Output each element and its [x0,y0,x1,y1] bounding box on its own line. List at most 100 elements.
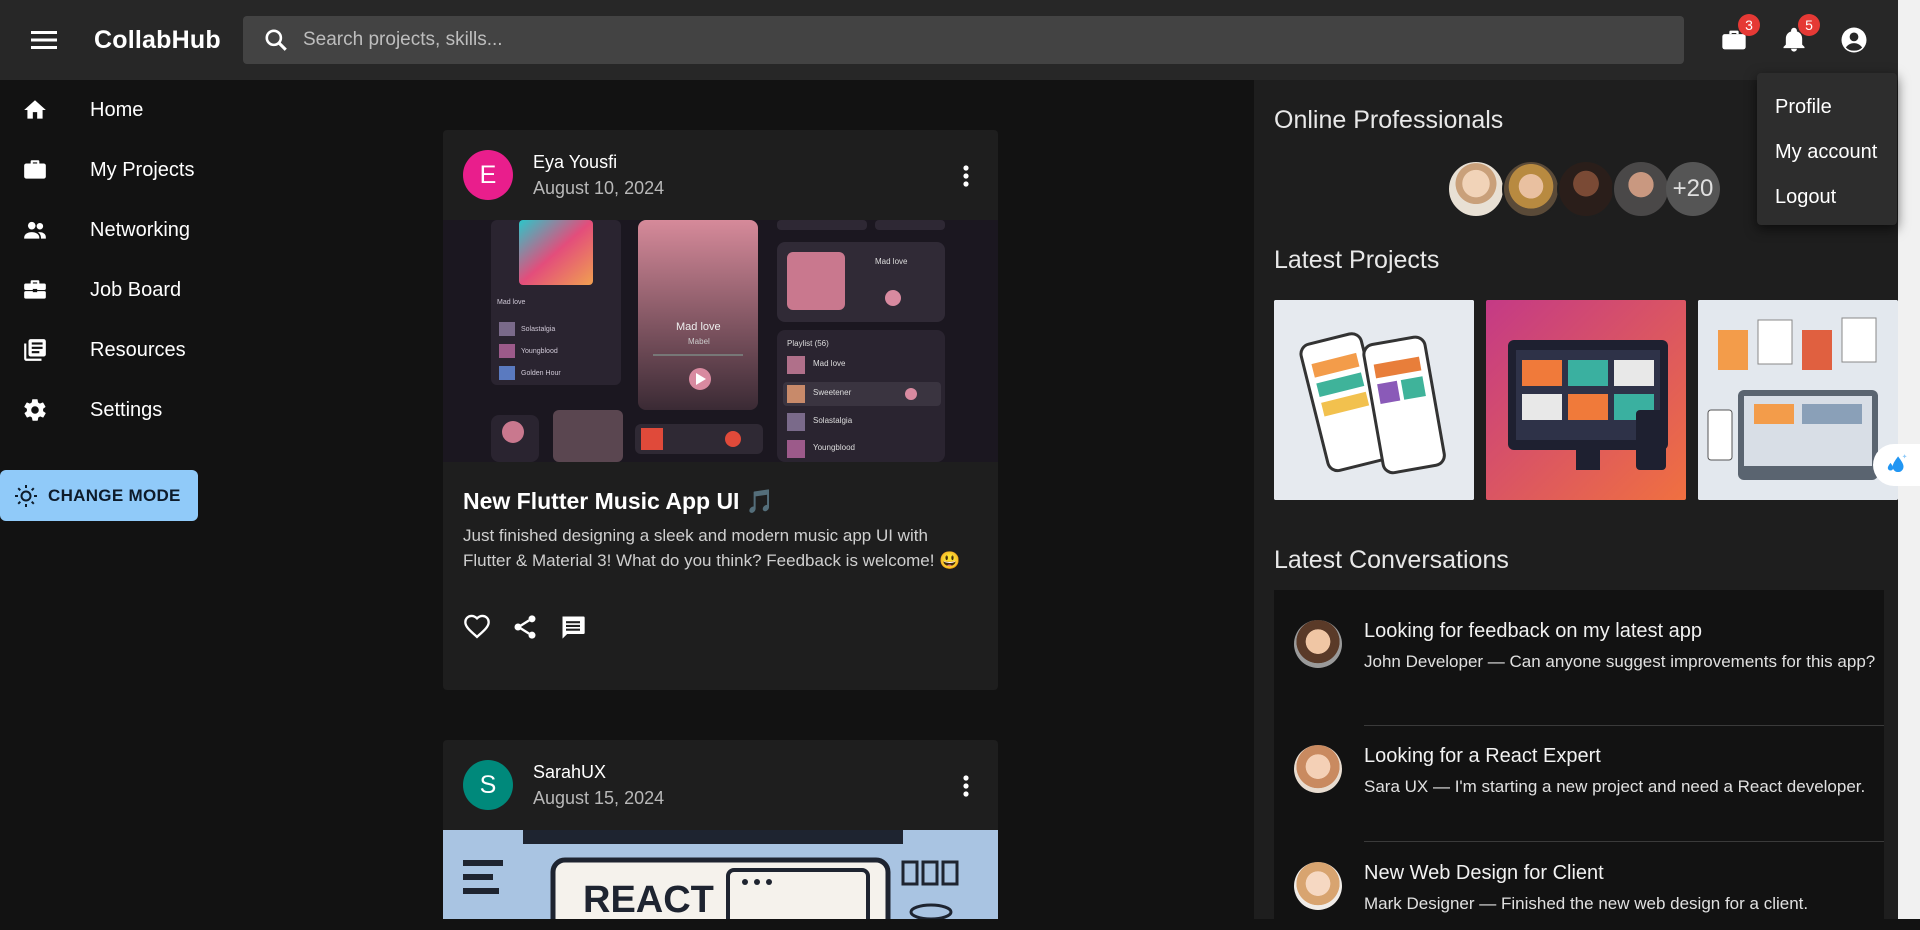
conversation-item[interactable]: New Web Design for Client Mark Designer … [1364,862,1884,916]
sidebar-item-label: Resources [90,338,186,361]
divider [1364,841,1884,842]
menu-item-my-account[interactable]: My account [1757,130,1897,175]
sidebar-item-job-board[interactable]: Job Board [0,260,230,320]
mock-artist: Mabel [688,337,710,346]
latest-projects-list [1274,300,1898,500]
conversation-list: Looking for feedback on my latest app Jo… [1274,590,1884,930]
heart-icon[interactable] [463,613,491,646]
post-header: S SarahUX August 15, 2024 [443,740,998,830]
mock-left-track: Solastalgia [521,326,555,333]
briefcase-icon [0,157,70,183]
project-thumbnail[interactable] [1486,300,1686,500]
droplet-icon [1887,454,1907,473]
online-avatars[interactable]: +20 [1447,160,1720,218]
mock-left-track: Youngblood [521,348,558,355]
briefcase-badge: 3 [1738,14,1760,36]
post-date: August 15, 2024 [533,788,665,808]
account-circle-icon [1841,27,1867,53]
mock-playlist-label: Playlist (56) [787,339,829,348]
avatar[interactable] [1612,160,1670,218]
sidebar-item-label: Job Board [90,278,182,301]
avatar[interactable] [1557,160,1615,218]
sidebar-item-settings[interactable]: Settings [0,380,230,440]
sidebar-item-home[interactable]: Home [0,80,230,140]
change-mode-label: CHANGE MODE [48,485,181,505]
sidebar-item-networking[interactable]: Networking [0,200,230,260]
post-header: E Eya Yousfi August 10, 2024 [443,130,998,220]
post-title: New Flutter Music App UI 🎵 [463,488,775,514]
menu-icon[interactable] [28,26,60,54]
conversation-title: New Web Design for Client [1364,862,1604,884]
latest-conversations-title: Latest Conversations [1274,546,1509,574]
sidebar-item-resources[interactable]: Resources [0,320,230,380]
sun-icon [15,484,37,507]
online-professionals-title: Online Professionals [1274,106,1504,134]
post-image[interactable]: REACT [443,830,998,919]
brand-logo[interactable]: CollabHub [94,26,221,55]
share-icon[interactable] [511,613,539,646]
conversation-subtitle: Mark Designer — Finished the new web des… [1364,894,1809,913]
author-name[interactable]: Eya Yousfi [533,152,617,173]
sidebar-item-label: Settings [90,398,163,421]
author-avatar[interactable]: S [463,760,513,810]
change-mode-button[interactable]: CHANGE MODE [0,470,198,521]
notifications-badge: 5 [1798,14,1820,36]
search-bar[interactable] [243,16,1684,64]
post-card: E Eya Yousfi August 10, 2024 Mad love So… [443,130,998,690]
mock-track: Mad love [813,359,846,368]
sidebar-item-label: My Projects [90,158,195,181]
conversation-subtitle: Sara UX — I'm starting a new project and… [1364,777,1866,796]
conversation-title: Looking for a React Expert [1364,745,1601,767]
conversation-subtitle: John Developer — Can anyone suggest impr… [1364,652,1876,671]
avatar[interactable] [1502,160,1560,218]
more-vert-icon[interactable] [954,768,978,804]
account-menu: Profile My account Logout [1757,73,1897,225]
mock-song-title: Mad love [676,321,721,333]
sidebar-item-label: Networking [90,218,191,241]
mock-song-title: Mad love [875,257,908,266]
menu-item-logout[interactable]: Logout [1757,175,1897,220]
notifications-button[interactable]: 5 [1776,14,1820,58]
mock-track: Solastalgia [813,416,853,425]
mock-left-track: Golden Hour [521,370,561,377]
sidebar-item-my-projects[interactable]: My Projects [0,140,230,200]
mock-track: Sweetener [813,388,852,397]
gear-icon [0,397,70,423]
react-banner-text: REACT [583,879,714,919]
conversation-item[interactable]: Looking for feedback on my latest app Jo… [1364,620,1884,674]
conversation-title: Looking for feedback on my latest app [1364,620,1702,642]
floating-droplet-button[interactable] [1873,444,1920,486]
comment-icon[interactable] [559,613,587,646]
mock-song-label: Mad love [497,299,526,306]
avatar[interactable] [1447,160,1505,218]
search-input[interactable] [303,29,1603,51]
avatar[interactable] [1294,620,1342,668]
post-actions [463,613,998,645]
post-image[interactable]: Mad love Solastalgia Youngblood Golden H… [443,220,998,462]
avatar[interactable] [1294,862,1342,910]
app-bar: CollabHub 3 5 [0,0,1898,80]
toolbox-icon [0,277,70,303]
project-thumbnail[interactable] [1274,300,1474,500]
mock-track: Youngblood [813,443,855,452]
author-name[interactable]: SarahUX [533,762,606,783]
search-icon [265,29,287,51]
sidebar-item-label: Home [90,98,144,121]
sidebar: Home My Projects Networking Job Board Re… [0,80,230,440]
divider [1364,725,1884,726]
library-icon [0,337,70,363]
post-card: S SarahUX August 15, 2024 REACT [443,740,998,919]
menu-item-profile[interactable]: Profile [1757,85,1897,130]
post-date: August 10, 2024 [533,178,665,198]
author-avatar[interactable]: E [463,150,513,200]
projects-briefcase-button[interactable]: 3 [1716,14,1760,58]
latest-projects-title: Latest Projects [1274,246,1440,274]
conversation-item[interactable]: Looking for a React Expert Sara UX — I'm… [1364,745,1884,799]
project-thumbnail[interactable] [1698,300,1898,500]
account-button[interactable] [1836,22,1872,58]
avatar[interactable] [1294,745,1342,793]
more-vert-icon[interactable] [954,158,978,194]
post-body: Just finished designing a sleek and mode… [463,526,961,570]
more-avatars-count[interactable]: +20 [1666,162,1720,216]
home-icon [0,97,70,123]
